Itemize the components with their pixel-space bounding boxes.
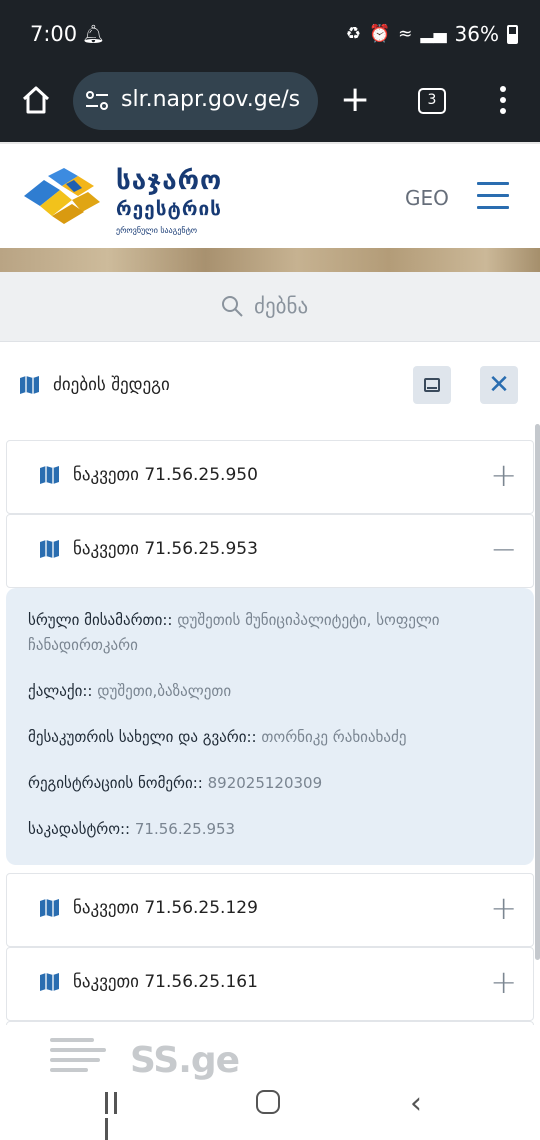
recent-apps-icon[interactable] <box>105 1092 129 1140</box>
list-item[interactable]: ნაკვეთი 71.56.25.129 + <box>6 873 534 947</box>
new-tab-plus-icon[interactable]: + <box>340 82 370 118</box>
wifi-icon: ≈ <box>398 24 413 44</box>
watermark: SS.ge <box>50 1038 240 1086</box>
signal-icon: ▂▄ <box>420 24 447 44</box>
search-icon[interactable] <box>220 294 244 318</box>
url-text[interactable]: slr.napr.gov.ge/s <box>121 87 311 112</box>
map-icon <box>40 973 59 991</box>
parcel-details: სრული მისამართი:: დუშეთის მუნიციპალიტეტი… <box>6 588 534 865</box>
brand-subtitle: რეესტრის <box>116 198 222 220</box>
list-item[interactable]: ნაკვეთი 71.56.25.953 − <box>6 514 534 588</box>
detail-value: დუშეთი,ბაზალეთი <box>97 682 232 700</box>
detail-key: მესაკუთრის სახელი და გვარი:: <box>28 728 257 746</box>
detail-city: ქალაქი:: დუშეთი,ბაზალეთი <box>28 679 512 704</box>
detail-owner: მესაკუთრის სახელი და გვარი:: თორნიკე რახ… <box>28 725 512 750</box>
map-icon <box>40 540 59 558</box>
results-list: ნაკვეთი 71.56.25.950 + ნაკვეთი 71.56.25.… <box>6 440 534 1025</box>
home-icon[interactable] <box>20 84 52 116</box>
brand-title: საჯარო <box>116 166 223 196</box>
detail-address: სრული მისამართი:: დუშეთის მუნიციპალიტეტი… <box>28 608 512 658</box>
detail-key: სრული მისამართი:: <box>28 611 173 629</box>
browser-toolbar: slr.napr.gov.ge/s + 3 <box>0 70 540 142</box>
site-settings-icon[interactable] <box>85 90 109 112</box>
minimize-icon <box>424 378 440 392</box>
expand-plus-icon[interactable]: + <box>490 890 517 926</box>
minimize-button[interactable] <box>413 366 451 404</box>
status-bar: 7:00 🔔︎ ♻ ⏰ ≈ ▂▄ 36% <box>0 0 540 70</box>
notification-bell-icon: 🔔︎ <box>82 24 105 45</box>
results-title: ძიების შედეგი <box>53 375 170 395</box>
search-label[interactable]: ძებნა <box>254 294 308 318</box>
map-icon <box>20 376 39 394</box>
parcel-label[interactable]: ნაკვეთი 71.56.25.950 <box>73 465 258 485</box>
detail-key: საკადასტრო:: <box>28 820 131 838</box>
map-background-strip <box>0 248 540 272</box>
parcel-label[interactable]: ნაკვეთი 71.56.25.129 <box>73 898 258 918</box>
map-icon <box>40 466 59 484</box>
detail-cadastre: საკადასტრო:: 71.56.25.953 <box>28 817 512 842</box>
tab-switcher-button[interactable]: 3 <box>418 88 446 114</box>
scrollbar[interactable] <box>535 424 540 960</box>
detail-value: თორნიკე რახიახაძე <box>261 728 407 746</box>
list-item[interactable]: ნაკვეთი 71.56.25.161 + <box>6 947 534 1021</box>
detail-key: რეგისტრაციის ნომერი:: <box>28 774 203 792</box>
status-time: 7:00 <box>30 22 78 46</box>
back-nav-icon[interactable]: ‹ <box>410 1086 422 1121</box>
watermark-text: SS.ge <box>130 1040 240 1081</box>
detail-registration: რეგისტრაციის ნომერი:: 892025120309 <box>28 771 512 796</box>
close-icon: ✕ <box>488 370 510 400</box>
close-button[interactable]: ✕ <box>480 366 518 404</box>
watermark-lines-icon <box>50 1038 106 1084</box>
collapse-minus-icon[interactable]: − <box>490 531 517 567</box>
battery-percent: 36% <box>454 22 499 46</box>
expand-plus-icon[interactable]: + <box>490 457 517 493</box>
language-switch[interactable]: GEO <box>405 186 449 210</box>
site-header: საჯარო რეესტრის ეროვნული სააგენტო GEO <box>0 142 540 248</box>
parcel-label[interactable]: ნაკვეთი 71.56.25.161 <box>73 972 258 992</box>
detail-key: ქალაქი:: <box>28 682 93 700</box>
status-icons: ♻ ⏰ ≈ ▂▄ 36% <box>346 22 518 46</box>
expand-plus-icon[interactable]: + <box>490 964 517 1000</box>
list-item[interactable]: ნაკვეთი 71.56.25.950 + <box>6 440 534 514</box>
detail-value: 892025120309 <box>207 774 323 792</box>
parcel-label[interactable]: ნაკვეთი 71.56.25.953 <box>73 539 258 559</box>
hamburger-menu-icon[interactable] <box>477 182 509 210</box>
brand-tagline: ეროვნული სააგენტო <box>116 226 198 235</box>
home-nav-icon[interactable] <box>256 1090 280 1114</box>
detail-value: 71.56.25.953 <box>134 820 236 838</box>
browser-menu-icon[interactable] <box>500 86 506 116</box>
napr-logo[interactable] <box>22 166 102 226</box>
search-bar[interactable]: ძებნა <box>0 272 540 342</box>
alarm-icon: ⏰ <box>368 24 391 44</box>
battery-icon <box>507 24 518 44</box>
results-header: ძიების შედეგი ✕ <box>0 342 540 432</box>
address-bar[interactable]: slr.napr.gov.ge/s <box>73 72 318 130</box>
recycle-icon: ♻ <box>345 24 361 44</box>
map-icon <box>40 899 59 917</box>
